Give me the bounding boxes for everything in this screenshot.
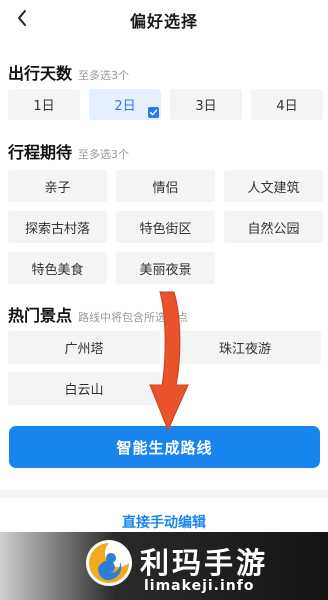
- days-section-header: 出行天数 至多选3个: [8, 60, 129, 84]
- watermark-logo-icon: [86, 540, 132, 586]
- attractions-hint: 路线中将包含所选景点: [78, 311, 189, 324]
- expectation-option-ancient-village[interactable]: 探索古村落: [8, 211, 107, 243]
- expectation-option-couple[interactable]: 情侣: [116, 170, 215, 202]
- generate-route-button[interactable]: 智能生成路线: [9, 426, 320, 468]
- page-title: 偏好选择: [129, 12, 198, 31]
- days-title: 出行天数: [8, 64, 73, 83]
- days-hint: 至多选3个: [78, 69, 130, 82]
- expectations-title: 行程期待: [8, 143, 73, 162]
- expectation-option-park[interactable]: 自然公园: [224, 211, 323, 243]
- day-option-3[interactable]: 3日: [170, 89, 242, 120]
- expectation-option-food[interactable]: 特色美食: [8, 252, 107, 284]
- attraction-option-canton-tower[interactable]: 广州塔: [8, 331, 160, 364]
- day-option-2[interactable]: 2日: [89, 89, 161, 120]
- attraction-option-pearl-river-cruise[interactable]: 珠江夜游: [169, 331, 321, 364]
- day-option-1[interactable]: 1日: [8, 89, 80, 120]
- expectation-option-architecture[interactable]: 人文建筑: [224, 170, 323, 202]
- expectation-option-street[interactable]: 特色街区: [116, 211, 215, 243]
- watermark-title: 利玛手游: [140, 546, 269, 580]
- watermark-site: limakeji.info: [144, 578, 255, 594]
- attractions-section-header: 热门景点 路线中将包含所选景点: [8, 302, 188, 326]
- expectations-section-header: 行程期待 至多选3个: [8, 139, 129, 163]
- attractions-title: 热门景点: [8, 306, 73, 325]
- nav-bar: 偏好选择: [0, 0, 328, 40]
- expectations-hint: 至多选3个: [78, 148, 130, 161]
- manual-edit-link[interactable]: 直接手动编辑: [0, 512, 328, 532]
- expectation-option-night-view[interactable]: 美丽夜景: [116, 252, 215, 284]
- divider: [0, 490, 328, 498]
- check-icon: [148, 107, 159, 118]
- expectation-option-parent-child[interactable]: 亲子: [8, 170, 107, 202]
- day-option-4[interactable]: 4日: [251, 89, 323, 120]
- attraction-option-baiyun-mountain[interactable]: 白云山: [8, 372, 160, 405]
